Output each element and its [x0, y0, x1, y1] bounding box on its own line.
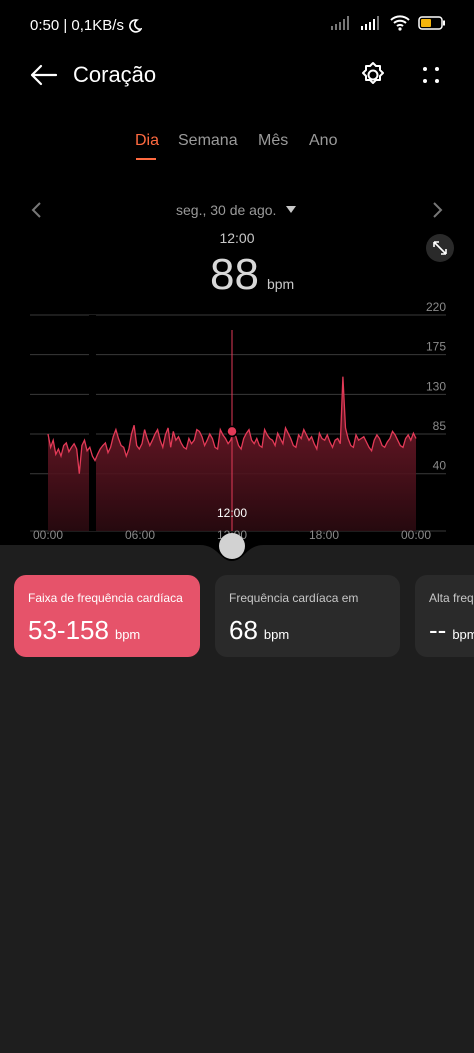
- card-label: Faixa de frequência cardíaca: [28, 591, 183, 605]
- status-bar: 0:50 | 0,1KB/s: [0, 0, 474, 52]
- card-unit: bpm: [452, 627, 474, 642]
- chart-scrubber-handle[interactable]: [200, 520, 264, 568]
- readout-time: 12:00: [219, 230, 255, 246]
- heart-rate-readout: 88 bpm: [210, 250, 294, 300]
- date-navigator: seg., 30 de ago.: [0, 196, 474, 224]
- active-tab-indicator: [136, 158, 156, 160]
- status-left: 0:50 | 0,1KB/s: [30, 17, 142, 34]
- card-label: Frequência cardíaca em: [229, 591, 359, 605]
- chevron-left-icon[interactable]: [26, 198, 50, 222]
- card-label: Alta freq: [429, 591, 474, 605]
- expand-icon[interactable]: [426, 234, 454, 262]
- status-right: [330, 15, 446, 31]
- status-time-speed: 0:50 | 0,1KB/s: [30, 17, 124, 34]
- date-selector[interactable]: seg., 30 de ago.: [176, 202, 276, 218]
- y-tick-label: 220: [426, 300, 446, 314]
- readout-unit: bpm: [266, 276, 295, 292]
- app-bar: Coração: [0, 52, 474, 98]
- period-tabs: Dia Semana Mês Ano: [0, 128, 474, 164]
- arrow-left-icon[interactable]: [26, 58, 60, 92]
- tab-semana[interactable]: Semana: [178, 132, 238, 150]
- cursor-time-label: 12:00: [217, 506, 247, 520]
- data-gap: [89, 315, 96, 531]
- y-tick-label: 40: [433, 459, 447, 473]
- tab-ano[interactable]: Ano: [309, 132, 337, 150]
- heart-rate-chart[interactable]: 408513017522000:0006:0012:0018:0000:0012…: [0, 300, 474, 550]
- signal-icon: [331, 16, 349, 30]
- summary-cards: Faixa de frequência cardíaca 53-158 bpm …: [0, 575, 474, 657]
- x-tick-label: 06:00: [125, 528, 155, 542]
- cursor-point[interactable]: [226, 425, 238, 438]
- readout-value: 88: [210, 250, 259, 299]
- x-tick-label: 18:00: [309, 528, 339, 542]
- card-unit: bpm: [114, 627, 141, 642]
- card-unit: bpm: [263, 627, 290, 642]
- card-resting-heart-rate[interactable]: Frequência cardíaca em 68 bpm: [215, 575, 400, 657]
- signal-icon: [361, 16, 379, 30]
- card-heart-rate-range[interactable]: Faixa de frequência cardíaca 53-158 bpm: [14, 575, 200, 657]
- moon-icon: [129, 18, 142, 33]
- card-value: 68: [229, 615, 258, 645]
- x-tick-label: 00:00: [33, 528, 63, 542]
- tab-dia[interactable]: Dia: [135, 132, 159, 150]
- x-tick-label: 00:00: [401, 528, 431, 542]
- chevron-right-icon[interactable]: [424, 198, 448, 222]
- y-tick-label: 85: [433, 419, 447, 433]
- card-value: --: [429, 615, 447, 645]
- gear-icon[interactable]: [356, 58, 390, 92]
- card-value-row: 68 bpm: [229, 615, 289, 646]
- battery-icon: [418, 16, 445, 30]
- tab-mes[interactable]: Mês: [258, 132, 288, 150]
- y-tick-label: 130: [426, 379, 446, 393]
- wifi-icon: [390, 15, 410, 31]
- card-high-heart-rate[interactable]: Alta freq -- bpm: [415, 575, 474, 657]
- card-value-row: -- bpm: [429, 615, 474, 646]
- card-value-row: 53-158 bpm: [28, 615, 140, 646]
- caret-down-icon[interactable]: [286, 206, 296, 213]
- more-dots-icon[interactable]: [414, 58, 448, 92]
- y-tick-label: 175: [426, 340, 446, 354]
- card-value: 53-158: [28, 615, 109, 645]
- page-title: Coração: [73, 62, 157, 87]
